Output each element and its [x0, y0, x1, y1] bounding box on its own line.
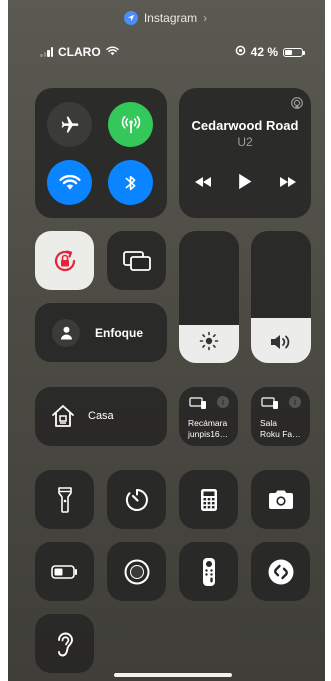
- play-button[interactable]: [238, 173, 252, 195]
- screen-recording-button[interactable]: [107, 542, 166, 601]
- airplane-mode-toggle[interactable]: [47, 102, 92, 147]
- cellular-data-toggle[interactable]: [108, 102, 153, 147]
- focus-label: Enfoque: [95, 326, 143, 340]
- low-power-battery-icon: [50, 564, 77, 579]
- timer-button[interactable]: [107, 470, 166, 529]
- home-indicator[interactable]: [114, 673, 232, 677]
- flashlight-icon: [57, 486, 72, 513]
- person-icon: [60, 326, 72, 340]
- wifi-icon: [58, 174, 81, 190]
- apple-tv-remote-icon: [202, 557, 215, 586]
- fast-forward-button[interactable]: [278, 175, 298, 194]
- shazam-icon: [268, 559, 293, 584]
- carrier-label: CLARO: [58, 45, 101, 59]
- speaker-icon: [271, 335, 290, 349]
- screen-mirroring-button[interactable]: [107, 231, 166, 290]
- tv-device-subname: junpis16…: [188, 429, 229, 439]
- brightness-slider[interactable]: [179, 231, 239, 363]
- battery-icon: [283, 47, 305, 57]
- camera-button[interactable]: [251, 470, 310, 529]
- apple-tv-remote-button[interactable]: [179, 542, 238, 601]
- info-icon[interactable]: i: [289, 396, 301, 408]
- tv-device-name: Sala: [260, 418, 278, 428]
- flashlight-button[interactable]: [35, 470, 94, 529]
- focus-icon-circle: [52, 319, 80, 347]
- bluetooth-icon: [125, 175, 135, 190]
- status-bar: CLARO 42 %: [40, 44, 305, 60]
- rotation-lock-icon: [54, 249, 75, 271]
- house-icon: [50, 403, 76, 434]
- sun-icon: [199, 331, 219, 351]
- hearing-icon: [57, 632, 73, 656]
- bluetooth-toggle[interactable]: [108, 160, 153, 205]
- back-app-label: Instagram: [143, 11, 198, 25]
- info-icon[interactable]: i: [217, 396, 229, 408]
- now-playing-artist: U2: [237, 135, 253, 149]
- wifi-toggle[interactable]: [47, 160, 92, 205]
- signal-bars-icon: [40, 47, 53, 57]
- tv-remote-device-icon: [261, 397, 279, 415]
- rewind-icon: [195, 177, 211, 187]
- timer-icon: [125, 488, 148, 511]
- fast-forward-icon: [280, 177, 296, 187]
- hearing-button[interactable]: [35, 614, 94, 673]
- frame-left: [0, 0, 8, 681]
- tv-remote-device-icon: [189, 397, 207, 415]
- calculator-icon: [200, 488, 217, 511]
- rewind-button[interactable]: [193, 175, 213, 194]
- tv-device-name: Recámara: [188, 418, 228, 428]
- antenna-icon: [121, 115, 140, 133]
- orientation-lock-toggle[interactable]: [35, 231, 94, 290]
- play-icon: [239, 173, 252, 190]
- frame-right: [325, 0, 331, 681]
- calculator-button[interactable]: [179, 470, 238, 529]
- airplay-icon[interactable]: [291, 96, 303, 114]
- wifi-status-icon: [105, 45, 119, 59]
- shazam-button[interactable]: [251, 542, 310, 601]
- home-label: Casa: [88, 410, 114, 422]
- volume-slider[interactable]: [251, 231, 311, 363]
- screen-record-icon: [124, 559, 149, 584]
- low-power-mode-button[interactable]: [35, 542, 94, 601]
- chevron-right-icon: ›: [203, 11, 208, 25]
- battery-percent: 42 %: [250, 45, 278, 59]
- camera-icon: [268, 490, 293, 509]
- now-playing-title: Cedarwood Road: [191, 118, 299, 133]
- location-arrow-icon: [123, 11, 138, 25]
- back-to-app[interactable]: Instagram ›: [0, 11, 331, 25]
- tv-device-subname: Roku Fa…: [260, 429, 301, 439]
- screen-mirroring-icon: [122, 250, 151, 271]
- orientation-lock-status-icon: [235, 45, 246, 59]
- airplane-icon: [61, 116, 78, 132]
